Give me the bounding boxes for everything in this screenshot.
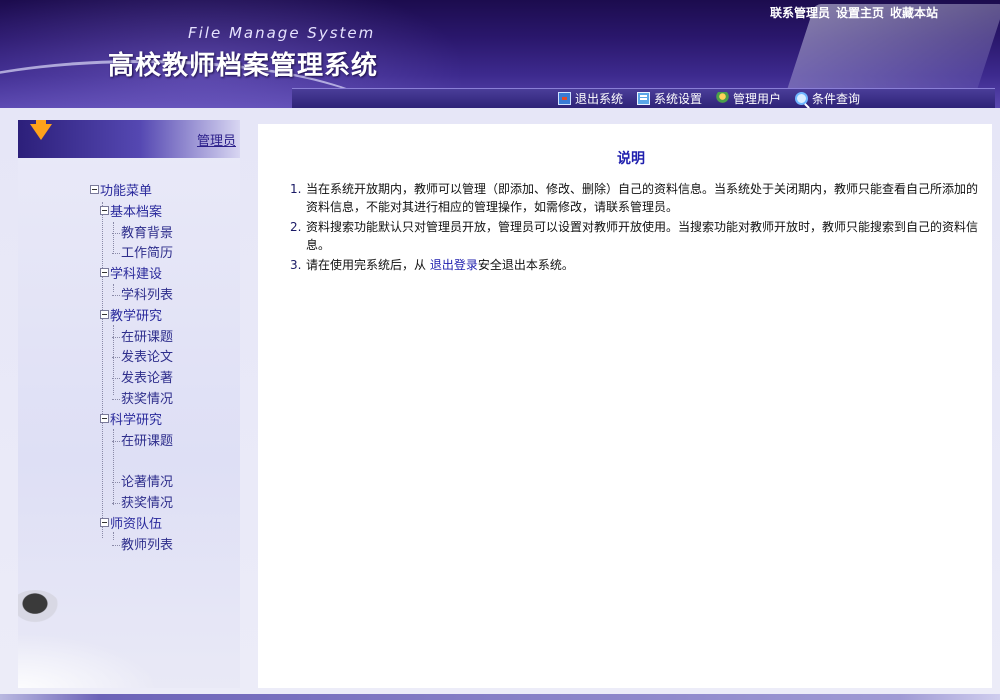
- manage-users-button[interactable]: 管理用户: [715, 90, 781, 107]
- menu-group-basic[interactable]: 基本档案: [90, 203, 173, 224]
- sidebar-header: 管理员: [18, 120, 240, 158]
- system-title: 高校教师档案管理系统: [108, 51, 379, 81]
- logout-link[interactable]: 退出登录: [430, 258, 478, 272]
- instruction-item: 2. 资料搜索功能默认只对管理员开放，管理员可以设置对教师开放使用。当搜索功能对…: [290, 218, 982, 254]
- collapse-icon: [100, 205, 109, 215]
- instruction-text-prefix: 请在使用完系统后，从: [306, 258, 430, 272]
- menu-item-teacher-list[interactable]: 教师列表: [90, 536, 173, 557]
- menu-group-label: 师资队伍: [110, 516, 163, 532]
- system-settings-label: 系统设置: [653, 92, 702, 106]
- menu-group-faculty[interactable]: 师资队伍: [90, 515, 173, 536]
- condition-search-label: 条件查询: [811, 92, 860, 106]
- condition-search-button[interactable]: 条件查询: [794, 90, 860, 107]
- menu-item-education[interactable]: 教育背景: [90, 224, 173, 245]
- arrow-down-icon: [30, 124, 52, 140]
- menu-item-research-projects[interactable]: 在研课题: [90, 432, 173, 453]
- menu-item-label: 在研课题: [121, 329, 174, 345]
- menu-group-research[interactable]: 科学研究: [90, 411, 173, 432]
- instruction-number: 1.: [290, 182, 302, 196]
- instructions-list: 1. 当在系统开放期内，教师可以管理（即添加、修改、删除）自己的资料信息。当系统…: [290, 180, 982, 276]
- set-homepage-link[interactable]: 设置主页: [836, 4, 884, 21]
- sidebar: 管理员 功能菜单 基本档案 教育背景 工作简历 学科建设 学科列表 教学研究 在…: [18, 120, 240, 688]
- menu-item-teaching-projects[interactable]: 在研课题: [90, 328, 173, 349]
- menu-root[interactable]: 功能菜单: [90, 182, 173, 203]
- system-settings-button[interactable]: 系统设置: [636, 90, 702, 107]
- menu-group-label: 教学研究: [110, 308, 163, 324]
- menu-item-published-works[interactable]: 发表论著: [90, 369, 173, 390]
- main-content: 说明 1. 当在系统开放期内，教师可以管理（即添加、修改、删除）自己的资料信息。…: [258, 124, 992, 688]
- collapse-icon: [100, 309, 109, 319]
- tree-branch-line: [112, 336, 120, 338]
- menu-item-blank: [90, 452, 173, 473]
- system-subtitle: File Manage System: [188, 24, 376, 42]
- page-header: File Manage System 高校教师档案管理系统 联系管理员 设置主页…: [0, 0, 1000, 108]
- tree-branch-line: [112, 398, 120, 400]
- instruction-text: 资料搜索功能默认只对管理员开放，管理员可以设置对教师开放使用。当搜索功能对教师开…: [306, 220, 979, 252]
- collapse-icon: [100, 413, 109, 423]
- logout-button[interactable]: 退出系统: [557, 90, 623, 107]
- tree-branch-line: [112, 357, 120, 359]
- menu-item-label: 论著情况: [121, 475, 174, 491]
- instruction-number: 3.: [290, 258, 302, 272]
- collapse-icon: [90, 185, 99, 194]
- search-icon: [794, 92, 808, 105]
- tree-branch-line: [112, 253, 120, 255]
- menu-item-discipline-list[interactable]: 学科列表: [90, 286, 173, 307]
- menu-item-published-papers[interactable]: 发表论文: [90, 348, 173, 369]
- page-title: 说明: [617, 151, 645, 167]
- menu-item-teaching-awards[interactable]: 获奖情况: [90, 390, 173, 411]
- tree-branch-line: [112, 378, 120, 380]
- main-toolbar: 退出系统 系统设置 管理用户 条件查询: [292, 88, 995, 108]
- menu-group-teaching[interactable]: 教学研究: [90, 307, 173, 328]
- menu-item-label: 在研课题: [121, 433, 174, 449]
- menu-item-label: 发表论著: [121, 371, 174, 387]
- menu-item-label: 获奖情况: [121, 495, 174, 511]
- instruction-text-suffix: 安全退出本系统。: [477, 258, 574, 272]
- admin-role-link[interactable]: 管理员: [197, 130, 236, 149]
- settings-icon: [636, 92, 650, 105]
- contact-admin-link[interactable]: 联系管理员: [770, 4, 830, 21]
- instruction-number: 2.: [290, 220, 302, 234]
- menu-root-label: 功能菜单: [100, 184, 153, 199]
- function-menu-tree: 功能菜单 基本档案 教育背景 工作简历 学科建设 学科列表 教学研究 在研课题 …: [90, 182, 173, 556]
- menu-item-label: 获奖情况: [121, 391, 174, 407]
- menu-item-research-awards[interactable]: 获奖情况: [90, 494, 173, 515]
- bottom-bar: [0, 694, 1000, 700]
- menu-group-discipline[interactable]: 学科建设: [90, 265, 173, 286]
- users-icon: [715, 92, 729, 105]
- menu-item-works-status[interactable]: 论著情况: [90, 473, 173, 494]
- collapse-icon: [100, 517, 109, 527]
- tree-branch-line: [112, 440, 120, 442]
- tree-branch-line: [112, 232, 120, 234]
- tree-branch-line: [112, 482, 120, 484]
- logout-label: 退出系统: [574, 92, 623, 106]
- tree-branch-line: [112, 544, 120, 546]
- menu-group-label: 科学研究: [110, 412, 163, 428]
- menu-group-label: 基本档案: [110, 204, 163, 220]
- collapse-icon: [100, 268, 109, 278]
- menu-item-label: 教育背景: [121, 225, 174, 241]
- menu-item-label: 学科列表: [121, 287, 174, 303]
- instruction-text: 当在系统开放期内，教师可以管理（即添加、修改、删除）自己的资料信息。当系统处于关…: [306, 182, 979, 214]
- tree-branch-line: [112, 502, 120, 504]
- menu-item-work-resume[interactable]: 工作简历: [90, 244, 173, 265]
- instruction-item: 3. 请在使用完系统后，从 退出登录安全退出本系统。: [290, 256, 982, 274]
- bookmark-site-link[interactable]: 收藏本站: [890, 4, 938, 21]
- instruction-item: 1. 当在系统开放期内，教师可以管理（即添加、修改、删除）自己的资料信息。当系统…: [290, 180, 982, 216]
- logout-icon: [557, 92, 571, 105]
- menu-item-label: 工作简历: [121, 246, 174, 262]
- manage-users-label: 管理用户: [732, 92, 781, 106]
- top-links: 联系管理员 设置主页 收藏本站: [770, 4, 938, 21]
- menu-group-label: 学科建设: [110, 267, 163, 283]
- menu-item-label: 发表论文: [121, 350, 174, 366]
- menu-item-label: 教师列表: [121, 537, 174, 553]
- tree-branch-line: [112, 294, 120, 296]
